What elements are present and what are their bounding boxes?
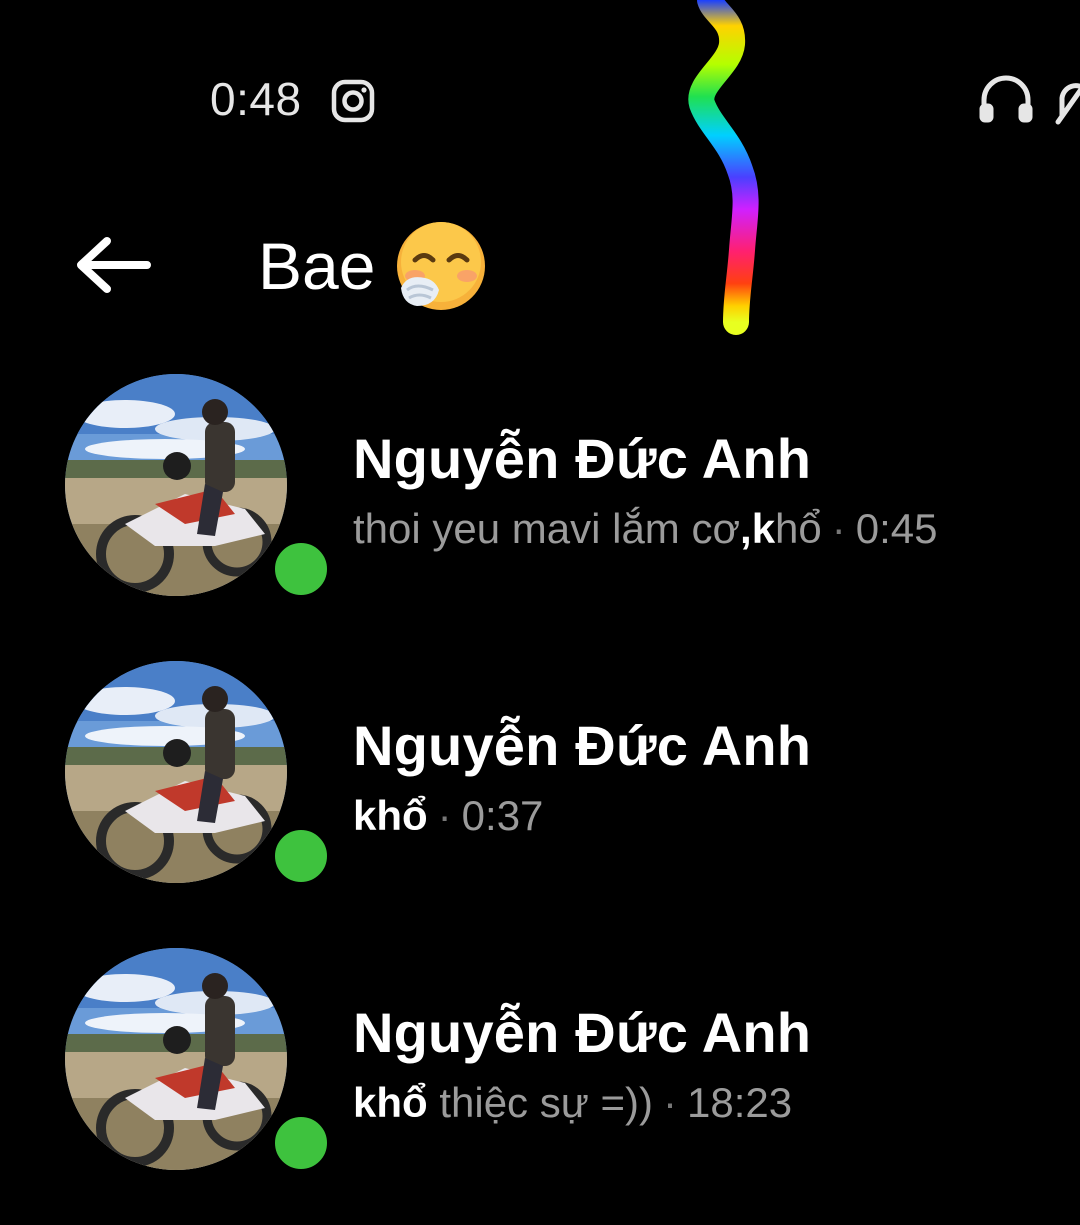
header: Bae [0, 200, 1080, 330]
face-with-hand-over-mouth-emoji [397, 222, 486, 310]
preview-highlight: khổ [353, 792, 428, 839]
online-status-dot [268, 536, 334, 602]
row-text: Nguyễn Đức Anh khổ · 0:37 [353, 713, 811, 840]
avatar-image [65, 374, 287, 596]
preview-highlight: khổ [353, 1079, 428, 1126]
page-title: Bae [258, 229, 376, 303]
preview-suffix: thiệc sự =)) [427, 1079, 654, 1126]
message-preview: khổ thiệc sự =)) · 18:23 [353, 1079, 811, 1127]
row-text: Nguyễn Đức Anh thoi yeu mavi lắm cơ,khổ · 0… [353, 426, 938, 553]
online-status-dot [268, 823, 334, 889]
message-time: 18:23 [687, 1079, 793, 1126]
separator-dot: · [831, 505, 846, 552]
message-result-row[interactable]: Nguyễn Đức Anh thoi yeu mavi lắm cơ,khổ · 0… [0, 374, 1080, 614]
avatar-image [65, 661, 287, 883]
preview-prefix: thoi yeu mavi lắm cơ [353, 505, 741, 552]
preview-suffix: hổ [775, 505, 822, 552]
status-right-icons [979, 75, 1080, 125]
status-time: 0:48 [210, 73, 302, 125]
message-preview: thoi yeu mavi lắm cơ,khổ · 0:45 [353, 505, 938, 553]
arrow-left-icon [77, 237, 151, 293]
headset-icon [979, 75, 1033, 123]
avatar[interactable] [65, 661, 334, 889]
instagram-icon [331, 79, 375, 123]
back-button[interactable] [70, 222, 156, 308]
preview-highlight: k [751, 505, 776, 552]
contact-name: Nguyễn Đức Anh [353, 714, 812, 777]
avatar[interactable] [65, 948, 334, 1176]
message-time: 0:37 [461, 792, 544, 839]
message-time: 0:45 [855, 505, 938, 552]
separator-dot: · [663, 1079, 678, 1126]
avatar[interactable] [65, 374, 334, 602]
preview-separator: , [740, 505, 752, 552]
row-text: Nguyễn Đức Anh khổ thiệc sự =)) · 18:23 [353, 1000, 811, 1127]
online-status-dot [268, 1110, 334, 1176]
status-bar: 0:48 [0, 0, 1080, 200]
separator-dot: · [437, 792, 452, 839]
avatar-image [65, 948, 287, 1170]
mute-bell-icon [1055, 83, 1080, 125]
contact-name: Nguyễn Đức Anh [353, 427, 812, 490]
contact-name: Nguyễn Đức Anh [353, 1001, 812, 1064]
message-result-row[interactable]: Nguyễn Đức Anh khổ thiệc sự =)) · 18:23 [0, 948, 1080, 1188]
message-result-row[interactable]: Nguyễn Đức Anh khổ · 0:37 [0, 661, 1080, 901]
message-preview: khổ · 0:37 [353, 792, 811, 840]
conversation-title: Bae [258, 220, 487, 312]
